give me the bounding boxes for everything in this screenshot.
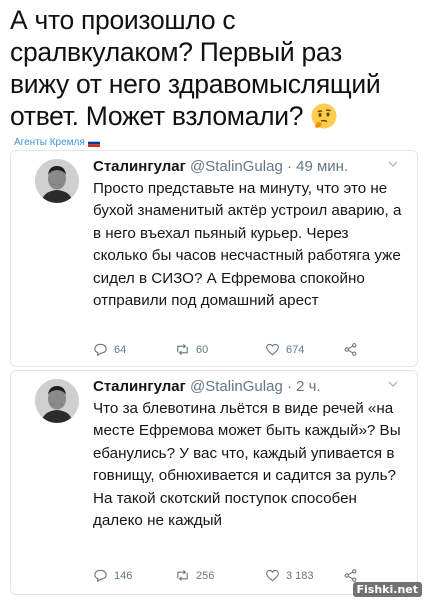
reply-button[interactable]: 146 [93, 568, 132, 583]
retweet-button[interactable]: 256 [175, 568, 214, 583]
tweet-header: Сталингулаг @StalinGulag · 49 мин. [93, 157, 403, 177]
retweet-button[interactable]: 60 [175, 342, 208, 357]
avatar[interactable] [35, 159, 79, 203]
reply-count: 64 [114, 343, 127, 356]
watermark: Fishki.net [352, 582, 422, 597]
russian-flag-icon [87, 138, 100, 147]
heart-icon [266, 343, 279, 356]
heart-icon [266, 569, 279, 582]
reply-count: 146 [114, 569, 133, 582]
author-handle[interactable]: @StalinGulag · 2 ч. [190, 378, 321, 395]
headline-line-2: сралвкулаком? Первый раз [10, 37, 342, 67]
share-button[interactable] [343, 568, 358, 583]
share-button[interactable] [343, 342, 358, 357]
like-count: 3 183 [286, 569, 314, 582]
author-name[interactable]: Сталингулаг [93, 378, 186, 395]
tweet-header: Сталингулаг @StalinGulag · 2 ч. [93, 377, 403, 397]
headline-line-3: вижу от него здравомыслящий [10, 69, 381, 99]
headline-line-1: А что произошло с [10, 5, 236, 35]
retweet-icon [177, 343, 188, 356]
retweet-count: 60 [196, 343, 209, 356]
tweet-text: Что за блевотина льётся в виде речей «на… [93, 400, 401, 530]
reply-icon [94, 569, 107, 583]
source-label[interactable]: Агенты Кремля [14, 137, 100, 148]
author-name[interactable]: Сталингулаг [93, 158, 186, 175]
share-icon [344, 569, 357, 582]
tweet-actions: 64 60 674 [93, 342, 403, 360]
like-count: 674 [286, 343, 305, 356]
share-icon [344, 343, 357, 356]
retweet-count: 256 [196, 569, 215, 582]
like-button[interactable]: 674 [265, 342, 304, 357]
tweet-card[interactable]: Сталингулаг @StalinGulag · 49 мин. Прост… [10, 150, 418, 367]
retweet-icon [177, 569, 188, 582]
chevron-down-icon[interactable] [387, 377, 399, 389]
thinking-face-icon [310, 102, 338, 137]
headline-line-4: ответ. Может взломали? [10, 100, 420, 137]
reply-button[interactable]: 64 [93, 342, 126, 357]
tweet-text: Просто представьте на минуту, что это не… [93, 180, 402, 310]
avatar[interactable] [35, 379, 79, 423]
reply-icon [94, 343, 107, 357]
author-handle[interactable]: @StalinGulag · 49 мин. [190, 158, 348, 175]
tweet-card[interactable]: Сталингулаг @StalinGulag · 2 ч. Что за б… [10, 370, 418, 595]
source-label-text: Агенты Кремля [14, 137, 85, 148]
chevron-down-icon[interactable] [387, 157, 399, 169]
like-button[interactable]: 3 183 [265, 568, 314, 583]
headline: А что произошло с сралвкулаком? Первый р… [10, 4, 420, 137]
